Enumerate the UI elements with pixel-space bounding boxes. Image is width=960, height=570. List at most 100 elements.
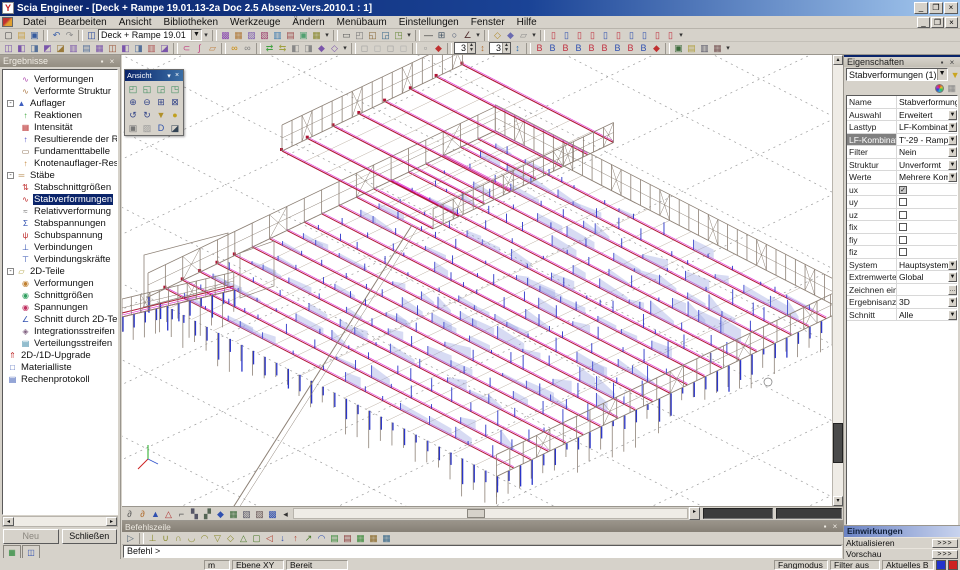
catalog-icon[interactable]: ▩	[219, 29, 232, 41]
chevron-down-icon[interactable]: ▾	[405, 29, 413, 41]
chevron-down-icon[interactable]: ▼	[948, 135, 957, 145]
chevron-down-icon[interactable]: ▾	[530, 29, 538, 41]
property-row[interactable]: WerteMehrere Kompon▼	[847, 171, 957, 184]
scale-icon[interactable]: ◇	[328, 42, 341, 54]
chevron-down-icon[interactable]: ▼	[948, 310, 957, 320]
step-icon[interactable]: ↕	[511, 42, 524, 54]
structure-icon[interactable]: ◨	[28, 42, 41, 54]
chevron-down-icon[interactable]: ▼	[948, 122, 957, 132]
load-case-icon[interactable]: B	[559, 42, 572, 54]
point-icon[interactable]: ▫	[419, 42, 432, 54]
ansicht-toolbar-title[interactable]: Ansicht ▾ ×	[125, 70, 183, 81]
property-row[interactable]: fiy	[847, 234, 957, 247]
view-axo-icon[interactable]: ◳	[168, 82, 182, 95]
result-icon[interactable]: ▤	[685, 42, 698, 54]
project-item-select[interactable]: Deck + Rampe 19.01▼	[98, 29, 202, 41]
color-swatch-blue[interactable]	[936, 560, 946, 570]
mesh-icon[interactable]: ▧	[240, 508, 253, 520]
load-case-icon[interactable]: B	[546, 42, 559, 54]
layer-icon[interactable]: ◻	[397, 42, 410, 54]
open-folder-icon[interactable]: ▤	[15, 29, 28, 41]
tree-item[interactable]: ◉Verformungen	[3, 277, 117, 289]
property-row[interactable]: SystemHauptsystem▼	[847, 259, 957, 272]
ucs-icon[interactable]: ▦	[367, 532, 380, 544]
tree-expander-icon[interactable]: -	[7, 100, 14, 107]
count-stepper[interactable]: 3▲▼	[489, 42, 511, 54]
mdi-close-button[interactable]: ×	[945, 17, 958, 28]
view-y-icon[interactable]: ◱	[140, 82, 154, 95]
hatch-icon[interactable]: ▞	[201, 508, 214, 520]
load-case-icon[interactable]: B	[572, 42, 585, 54]
tree-item[interactable]: ↑Knotenauflager-Resultierend	[3, 157, 117, 169]
tree-item[interactable]: ↑Resultierende der Reaktionen	[3, 133, 117, 145]
render-mode-icon[interactable]: D	[154, 121, 168, 134]
snap-grid-icon[interactable]: △	[237, 532, 250, 544]
catalog-icon[interactable]: ▥	[271, 29, 284, 41]
chevron-down-icon[interactable]: ▾	[341, 42, 349, 54]
pin-icon[interactable]: ▪	[97, 57, 107, 66]
structure-icon[interactable]: ▦	[93, 42, 106, 54]
load-case-icon[interactable]: B	[637, 42, 650, 54]
chart-icon[interactable]: ▦	[947, 83, 956, 94]
tree-item[interactable]: ◉Schnittgrößen	[3, 289, 117, 301]
command-input[interactable]: Befehl >	[123, 545, 842, 558]
menu-item-ändern[interactable]: Ändern	[286, 17, 330, 28]
light-icon[interactable]: ●	[168, 108, 182, 121]
view-z-icon[interactable]: ◲	[154, 82, 168, 95]
document-icon[interactable]: ◲	[379, 29, 392, 41]
circle-tool-icon[interactable]: ○	[448, 29, 461, 41]
structure-icon[interactable]: ◩	[41, 42, 54, 54]
marker-icon[interactable]: ◆	[650, 42, 663, 54]
structure-icon[interactable]: ◫	[2, 42, 15, 54]
gallery-icon[interactable]: ◱	[366, 29, 379, 41]
paint-bucket-icon[interactable]: ▼	[154, 108, 168, 121]
close-button[interactable]: ×	[944, 2, 958, 14]
mdi-minimize-button[interactable]: _	[917, 17, 930, 28]
document-window-icon[interactable]	[2, 17, 13, 27]
catalog-icon[interactable]: ▤	[284, 29, 297, 41]
property-checkbox[interactable]	[899, 211, 907, 219]
section-icon[interactable]: ⌐	[175, 508, 188, 520]
close-icon[interactable]: ×	[830, 522, 840, 531]
menu-item-fenster[interactable]: Fenster	[465, 17, 511, 28]
action-execute-button[interactable]: >>>	[932, 539, 958, 548]
property-row[interactable]: ux✓	[847, 184, 957, 197]
close-icon[interactable]: ×	[947, 58, 957, 67]
undo-icon[interactable]: ↶	[50, 29, 63, 41]
structure-icon[interactable]: ▤	[80, 42, 93, 54]
count-stepper[interactable]: 3▲▼	[454, 42, 476, 54]
menu-item-hilfe[interactable]: Hilfe	[511, 17, 543, 28]
load-case-icon[interactable]: B	[611, 42, 624, 54]
view-parameter-icon[interactable]: ▯	[664, 29, 677, 41]
catalog-icon[interactable]: ▣	[297, 29, 310, 41]
ucs-icon[interactable]: ▤	[341, 532, 354, 544]
property-row[interactable]: uz	[847, 209, 957, 222]
chevron-down-icon[interactable]: ▾	[677, 29, 685, 41]
tab-service-tree[interactable]: ▦	[3, 545, 21, 558]
tree-item[interactable]: ψSchubspannung	[3, 229, 117, 241]
chevron-down-icon[interactable]: ▼	[948, 260, 957, 270]
property-object-select[interactable]: Stabverformungen (1) ▼	[846, 68, 948, 81]
chevron-down-icon[interactable]: ▼	[948, 172, 957, 182]
structure-icon[interactable]: ◧	[15, 42, 28, 54]
menu-item-datei[interactable]: Datei	[17, 17, 52, 28]
color-swatch-red[interactable]	[948, 560, 958, 570]
structure-icon[interactable]: ◫	[106, 42, 119, 54]
chevron-down-icon[interactable]: ▼	[948, 110, 957, 120]
catalog-icon[interactable]: ▦	[232, 29, 245, 41]
tree-item[interactable]: □Materialliste	[3, 361, 117, 373]
pin-icon[interactable]: ▪	[937, 58, 947, 67]
view-parameter-icon[interactable]: ▯	[638, 29, 651, 41]
property-row[interactable]: FilterNein▼	[847, 146, 957, 159]
clip-icon[interactable]: ∂	[136, 508, 149, 520]
layer-icon[interactable]: ◻	[384, 42, 397, 54]
snap-near-icon[interactable]: ↗	[302, 532, 315, 544]
chevron-down-icon[interactable]: ▾	[202, 29, 210, 41]
snap-ortho-icon[interactable]: ▢	[250, 532, 263, 544]
tree-item[interactable]: ⇑2D-/1D-Upgrade	[3, 349, 117, 361]
result-icon[interactable]: ▣	[672, 42, 685, 54]
link-icon[interactable]: ∞	[228, 42, 241, 54]
marker-icon[interactable]: ◆	[432, 42, 445, 54]
property-checkbox[interactable]	[899, 248, 907, 256]
catalog-icon[interactable]: ▧	[258, 29, 271, 41]
